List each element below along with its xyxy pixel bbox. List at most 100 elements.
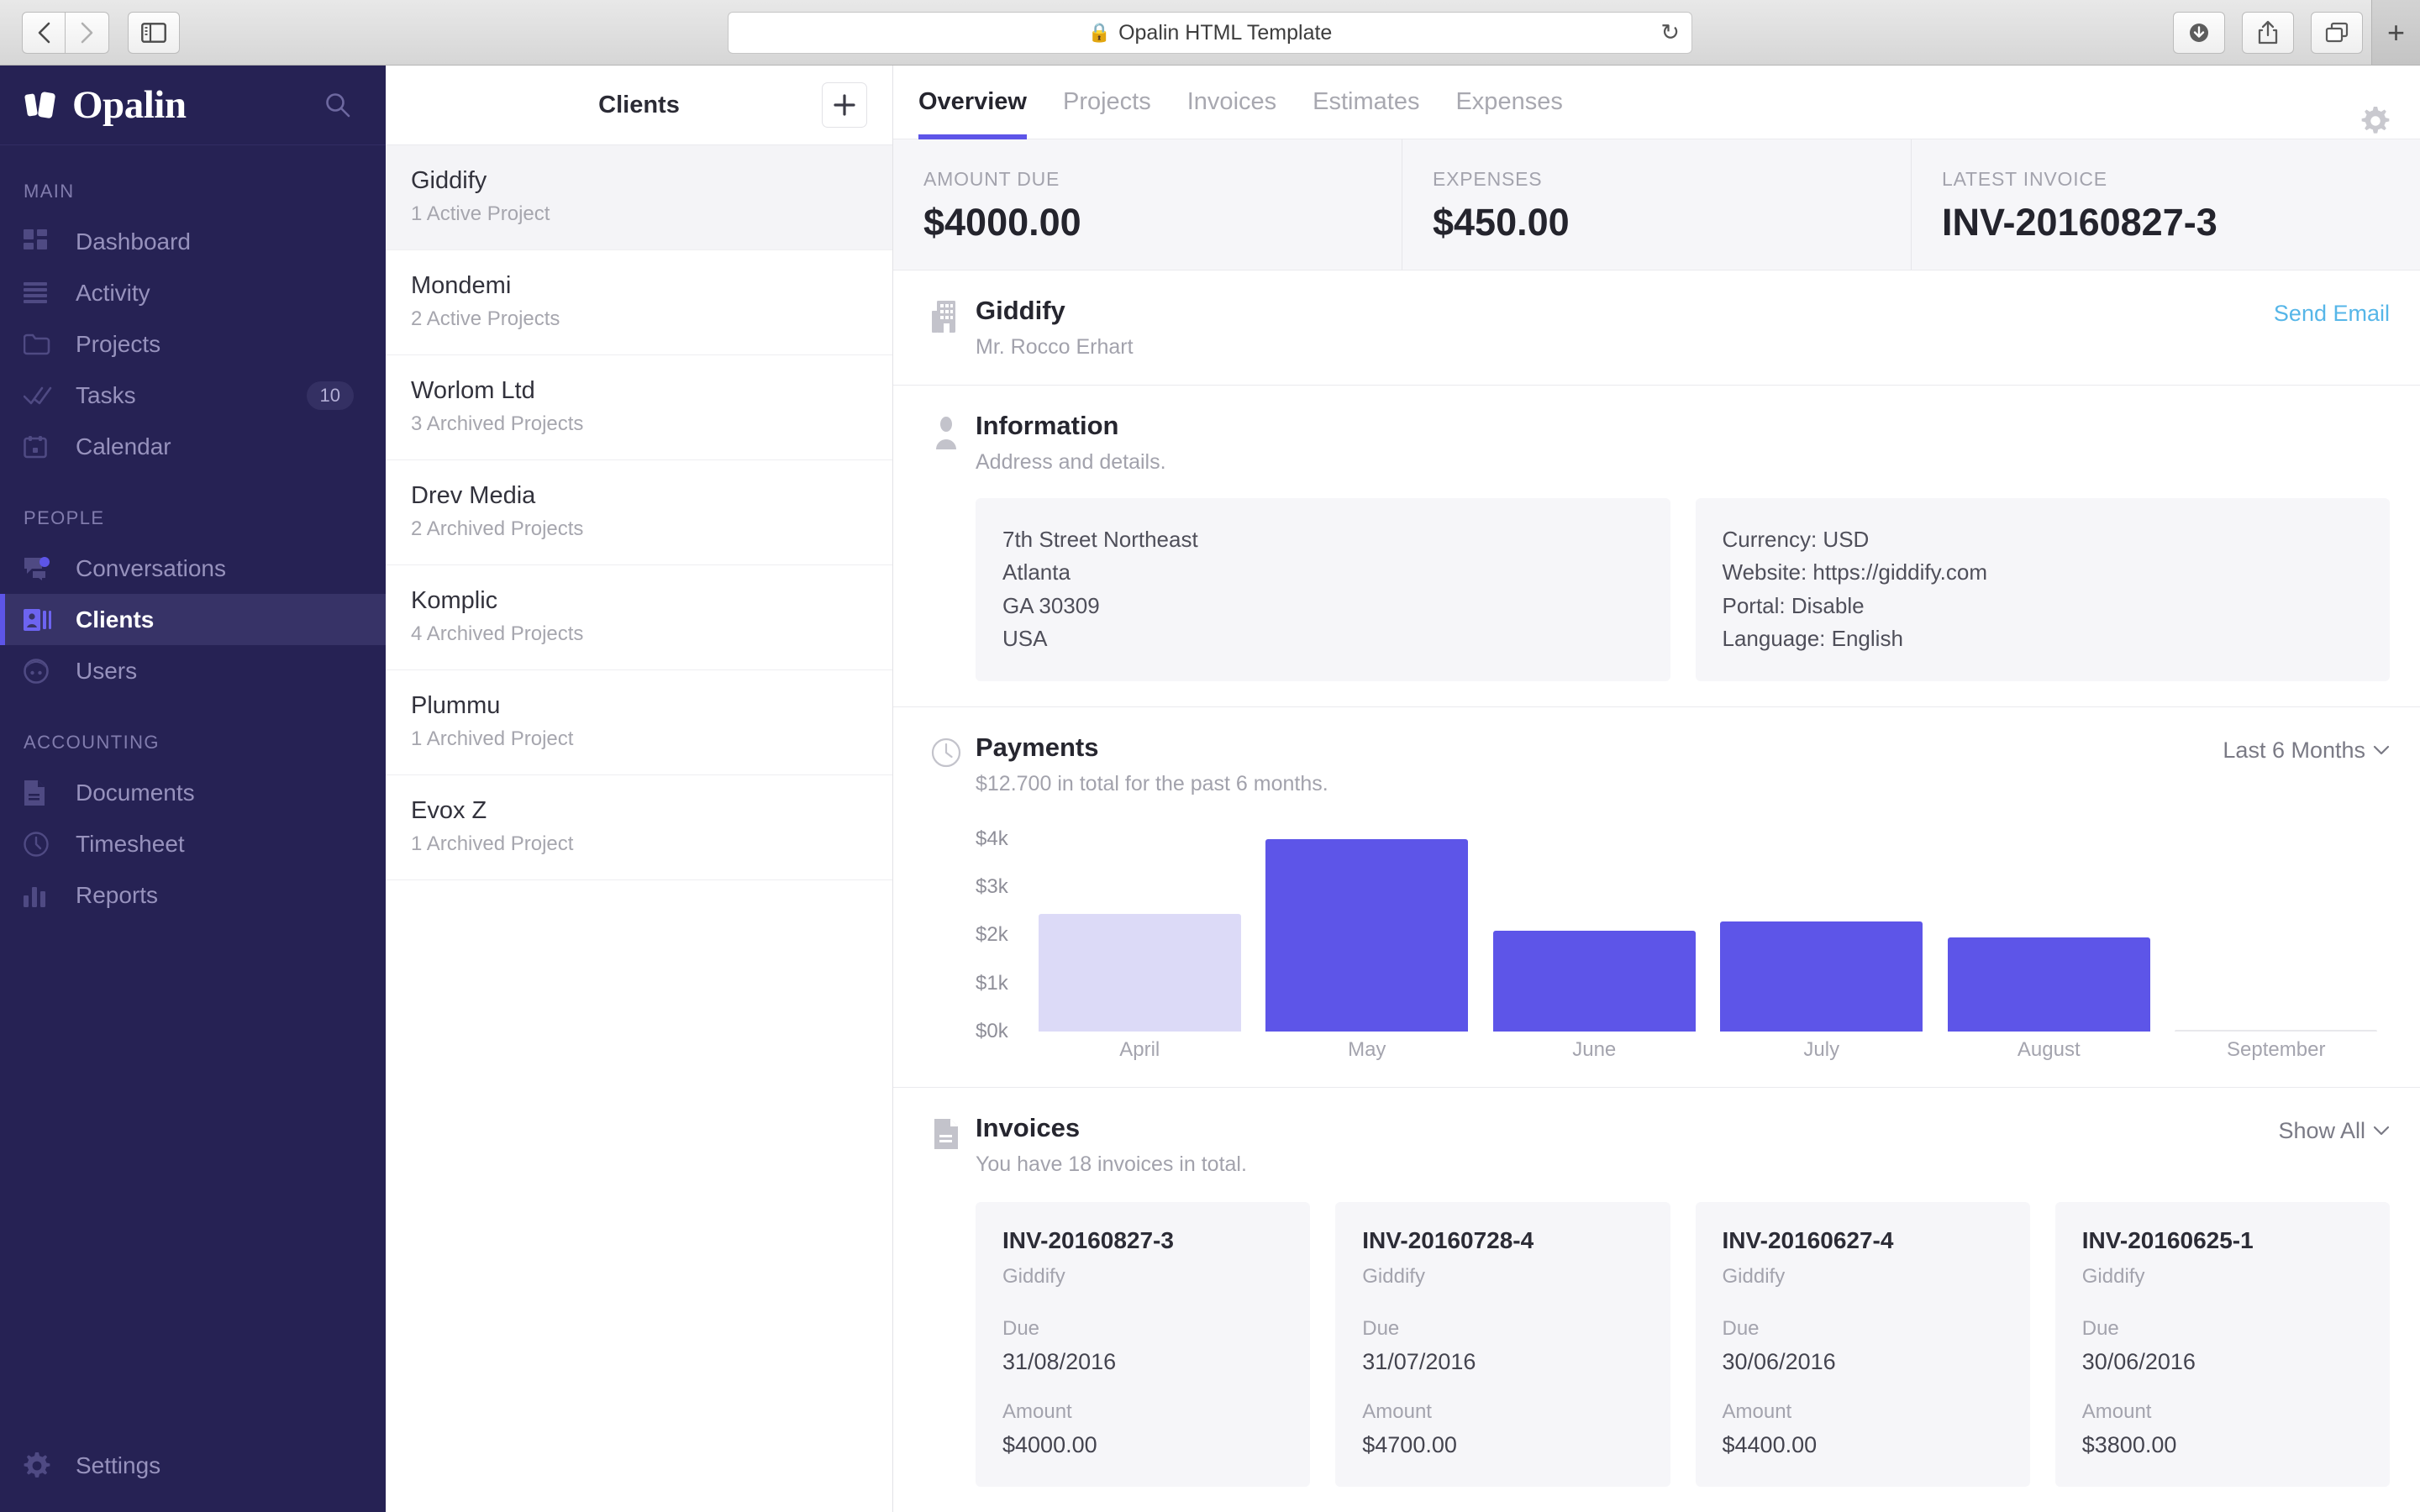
tasks-badge: 10: [307, 381, 354, 410]
invoice-client: Giddify: [1723, 1265, 2003, 1289]
chart-bar-column: [1481, 825, 1708, 1032]
x-tick-label: May: [1254, 1038, 1481, 1062]
address-line: Atlanta: [1002, 556, 1644, 590]
list-item[interactable]: Giddify 1 Active Project: [386, 145, 892, 250]
download-icon: [2187, 21, 2211, 45]
tab-overview[interactable]: Overview: [918, 66, 1027, 139]
client-name: Drev Media: [411, 482, 867, 510]
chart-bar-column: [1254, 825, 1481, 1032]
dashboard-icon: [24, 229, 60, 255]
sidebar-item-reports[interactable]: Reports: [0, 869, 386, 921]
sidebar-item-documents[interactable]: Documents: [0, 767, 386, 818]
x-tick-label: August: [1935, 1038, 2163, 1062]
invoice-card[interactable]: INV-20160728-4 Giddify Due 31/07/2016 Am…: [1335, 1202, 1670, 1487]
send-email-link[interactable]: Send Email: [2274, 301, 2390, 327]
sidebar-item-dashboard[interactable]: Dashboard: [0, 216, 386, 267]
sidebar-item-label: Conversations: [76, 555, 226, 582]
back-button[interactable]: [22, 12, 66, 54]
list-item[interactable]: Drev Media 2 Archived Projects: [386, 460, 892, 565]
sidebar-section-label-main: MAIN: [0, 145, 386, 216]
sidebar-item-clients[interactable]: Clients: [0, 594, 386, 645]
invoice-client: Giddify: [2082, 1265, 2363, 1289]
invoice-client: Giddify: [1362, 1265, 1643, 1289]
invoice-due-label: Due: [1723, 1317, 2003, 1341]
chart-bar[interactable]: [1720, 921, 1923, 1032]
sidebar-item-users[interactable]: Users: [0, 645, 386, 696]
invoice-card[interactable]: INV-20160625-1 Giddify Due 30/06/2016 Am…: [2055, 1202, 2390, 1487]
detail-line: Portal: Disable: [1723, 590, 2364, 623]
y-tick-label: $4k: [976, 827, 1008, 851]
invoice-id: INV-20160627-4: [1723, 1227, 2003, 1254]
sidebar-item-settings[interactable]: Settings: [0, 1420, 386, 1512]
invoices-show-all-label: Show All: [2278, 1118, 2365, 1144]
forward-button[interactable]: [66, 12, 109, 54]
address-line: GA 30309: [1002, 590, 1644, 623]
information-cards: 7th Street Northeast Atlanta GA 30309 US…: [976, 498, 2390, 681]
address-card: 7th Street Northeast Atlanta GA 30309 US…: [976, 498, 1670, 681]
invoice-card[interactable]: INV-20160627-4 Giddify Due 30/06/2016 Am…: [1696, 1202, 2030, 1487]
settings-button[interactable]: [2361, 107, 2390, 139]
payments-bar-chart: $4k $3k $2k $1k $0k: [976, 825, 2390, 1062]
payments-range-selector[interactable]: Last 6 Months: [2223, 738, 2390, 764]
information-title: Information: [976, 411, 2390, 441]
detail-line: Currency: USD: [1723, 523, 2364, 557]
list-item[interactable]: Evox Z 1 Archived Project: [386, 775, 892, 880]
invoices-show-all[interactable]: Show All: [2278, 1118, 2390, 1144]
tab-invoices[interactable]: Invoices: [1187, 66, 1276, 139]
downloads-button[interactable]: [2173, 12, 2225, 54]
chevron-down-icon: [2373, 1126, 2390, 1137]
list-item[interactable]: Mondemi 2 Active Projects: [386, 250, 892, 355]
sidebar-item-activity[interactable]: Activity: [0, 267, 386, 318]
sidebar-item-timesheet[interactable]: Timesheet: [0, 818, 386, 869]
chart-y-axis: $4k $3k $2k $1k $0k: [976, 825, 1026, 1032]
stat-latest-invoice: LATEST INVOICE INV-20160827-3: [1912, 139, 2420, 270]
chart-bar[interactable]: [1948, 937, 2150, 1032]
list-item[interactable]: Worlom Ltd 3 Archived Projects: [386, 355, 892, 460]
list-item[interactable]: Plummu 1 Archived Project: [386, 670, 892, 775]
share-button[interactable]: [2242, 12, 2294, 54]
invoice-due-label: Due: [2082, 1317, 2363, 1341]
tab-overview-button[interactable]: [2311, 12, 2363, 54]
sidebar-item-tasks[interactable]: Tasks 10: [0, 370, 386, 421]
address-bar[interactable]: 🔒 Opalin HTML Template ↻: [728, 12, 1692, 54]
check-icon: [24, 386, 60, 406]
payments-subtitle: $12.700 in total for the past 6 months.: [976, 772, 2390, 796]
lock-icon: 🔒: [1088, 22, 1111, 44]
new-tab-button[interactable]: +: [2371, 0, 2420, 65]
brand-logo[interactable]: Opalin: [24, 82, 324, 128]
tab-projects[interactable]: Projects: [1063, 66, 1151, 139]
client-header-body: Giddify Mr. Rocco Erhart: [976, 296, 2390, 360]
chart-bar[interactable]: [1265, 839, 1468, 1032]
client-name: Plummu: [411, 692, 867, 720]
invoice-amount-label: Amount: [2082, 1400, 2363, 1424]
invoice-due-label: Due: [1002, 1317, 1283, 1341]
toolbar-right-buttons: [2173, 12, 2363, 54]
chevron-left-icon: [36, 21, 51, 45]
stat-label: AMOUNT DUE: [923, 168, 1402, 191]
tab-overview-icon: [2325, 22, 2349, 44]
document-icon: [24, 780, 60, 806]
add-client-button[interactable]: [822, 82, 867, 128]
tab-estimates[interactable]: Estimates: [1313, 66, 1419, 139]
sidebar-item-label: Tasks: [76, 382, 136, 409]
sidebar-item-conversations[interactable]: Conversations: [0, 543, 386, 594]
invoice-due-label: Due: [1362, 1317, 1643, 1341]
reload-button[interactable]: ↻: [1660, 20, 1680, 46]
list-item[interactable]: Komplic 4 Archived Projects: [386, 565, 892, 670]
payments-range-label: Last 6 Months: [2223, 738, 2365, 764]
chart-x-axis: April May June July August September: [1026, 1038, 2390, 1062]
chart-bar[interactable]: [1493, 931, 1696, 1032]
chart-bar[interactable]: [1039, 914, 1241, 1032]
chart-bar-column: [1026, 825, 1254, 1032]
client-name-title: Giddify: [976, 296, 2390, 326]
tab-expenses[interactable]: Expenses: [1455, 66, 1562, 139]
invoice-due-value: 31/08/2016: [1002, 1349, 1283, 1375]
search-icon[interactable]: [324, 91, 352, 119]
gear-icon: [24, 1452, 60, 1479]
sidebar-item-projects[interactable]: Projects: [0, 318, 386, 370]
sidebar-toggle-button[interactable]: [128, 12, 180, 54]
chart-bar[interactable]: [2175, 1030, 2377, 1032]
details-card: Currency: USD Website: https://giddify.c…: [1696, 498, 2391, 681]
sidebar-item-calendar[interactable]: Calendar: [0, 421, 386, 472]
invoice-card[interactable]: INV-20160827-3 Giddify Due 31/08/2016 Am…: [976, 1202, 1310, 1487]
